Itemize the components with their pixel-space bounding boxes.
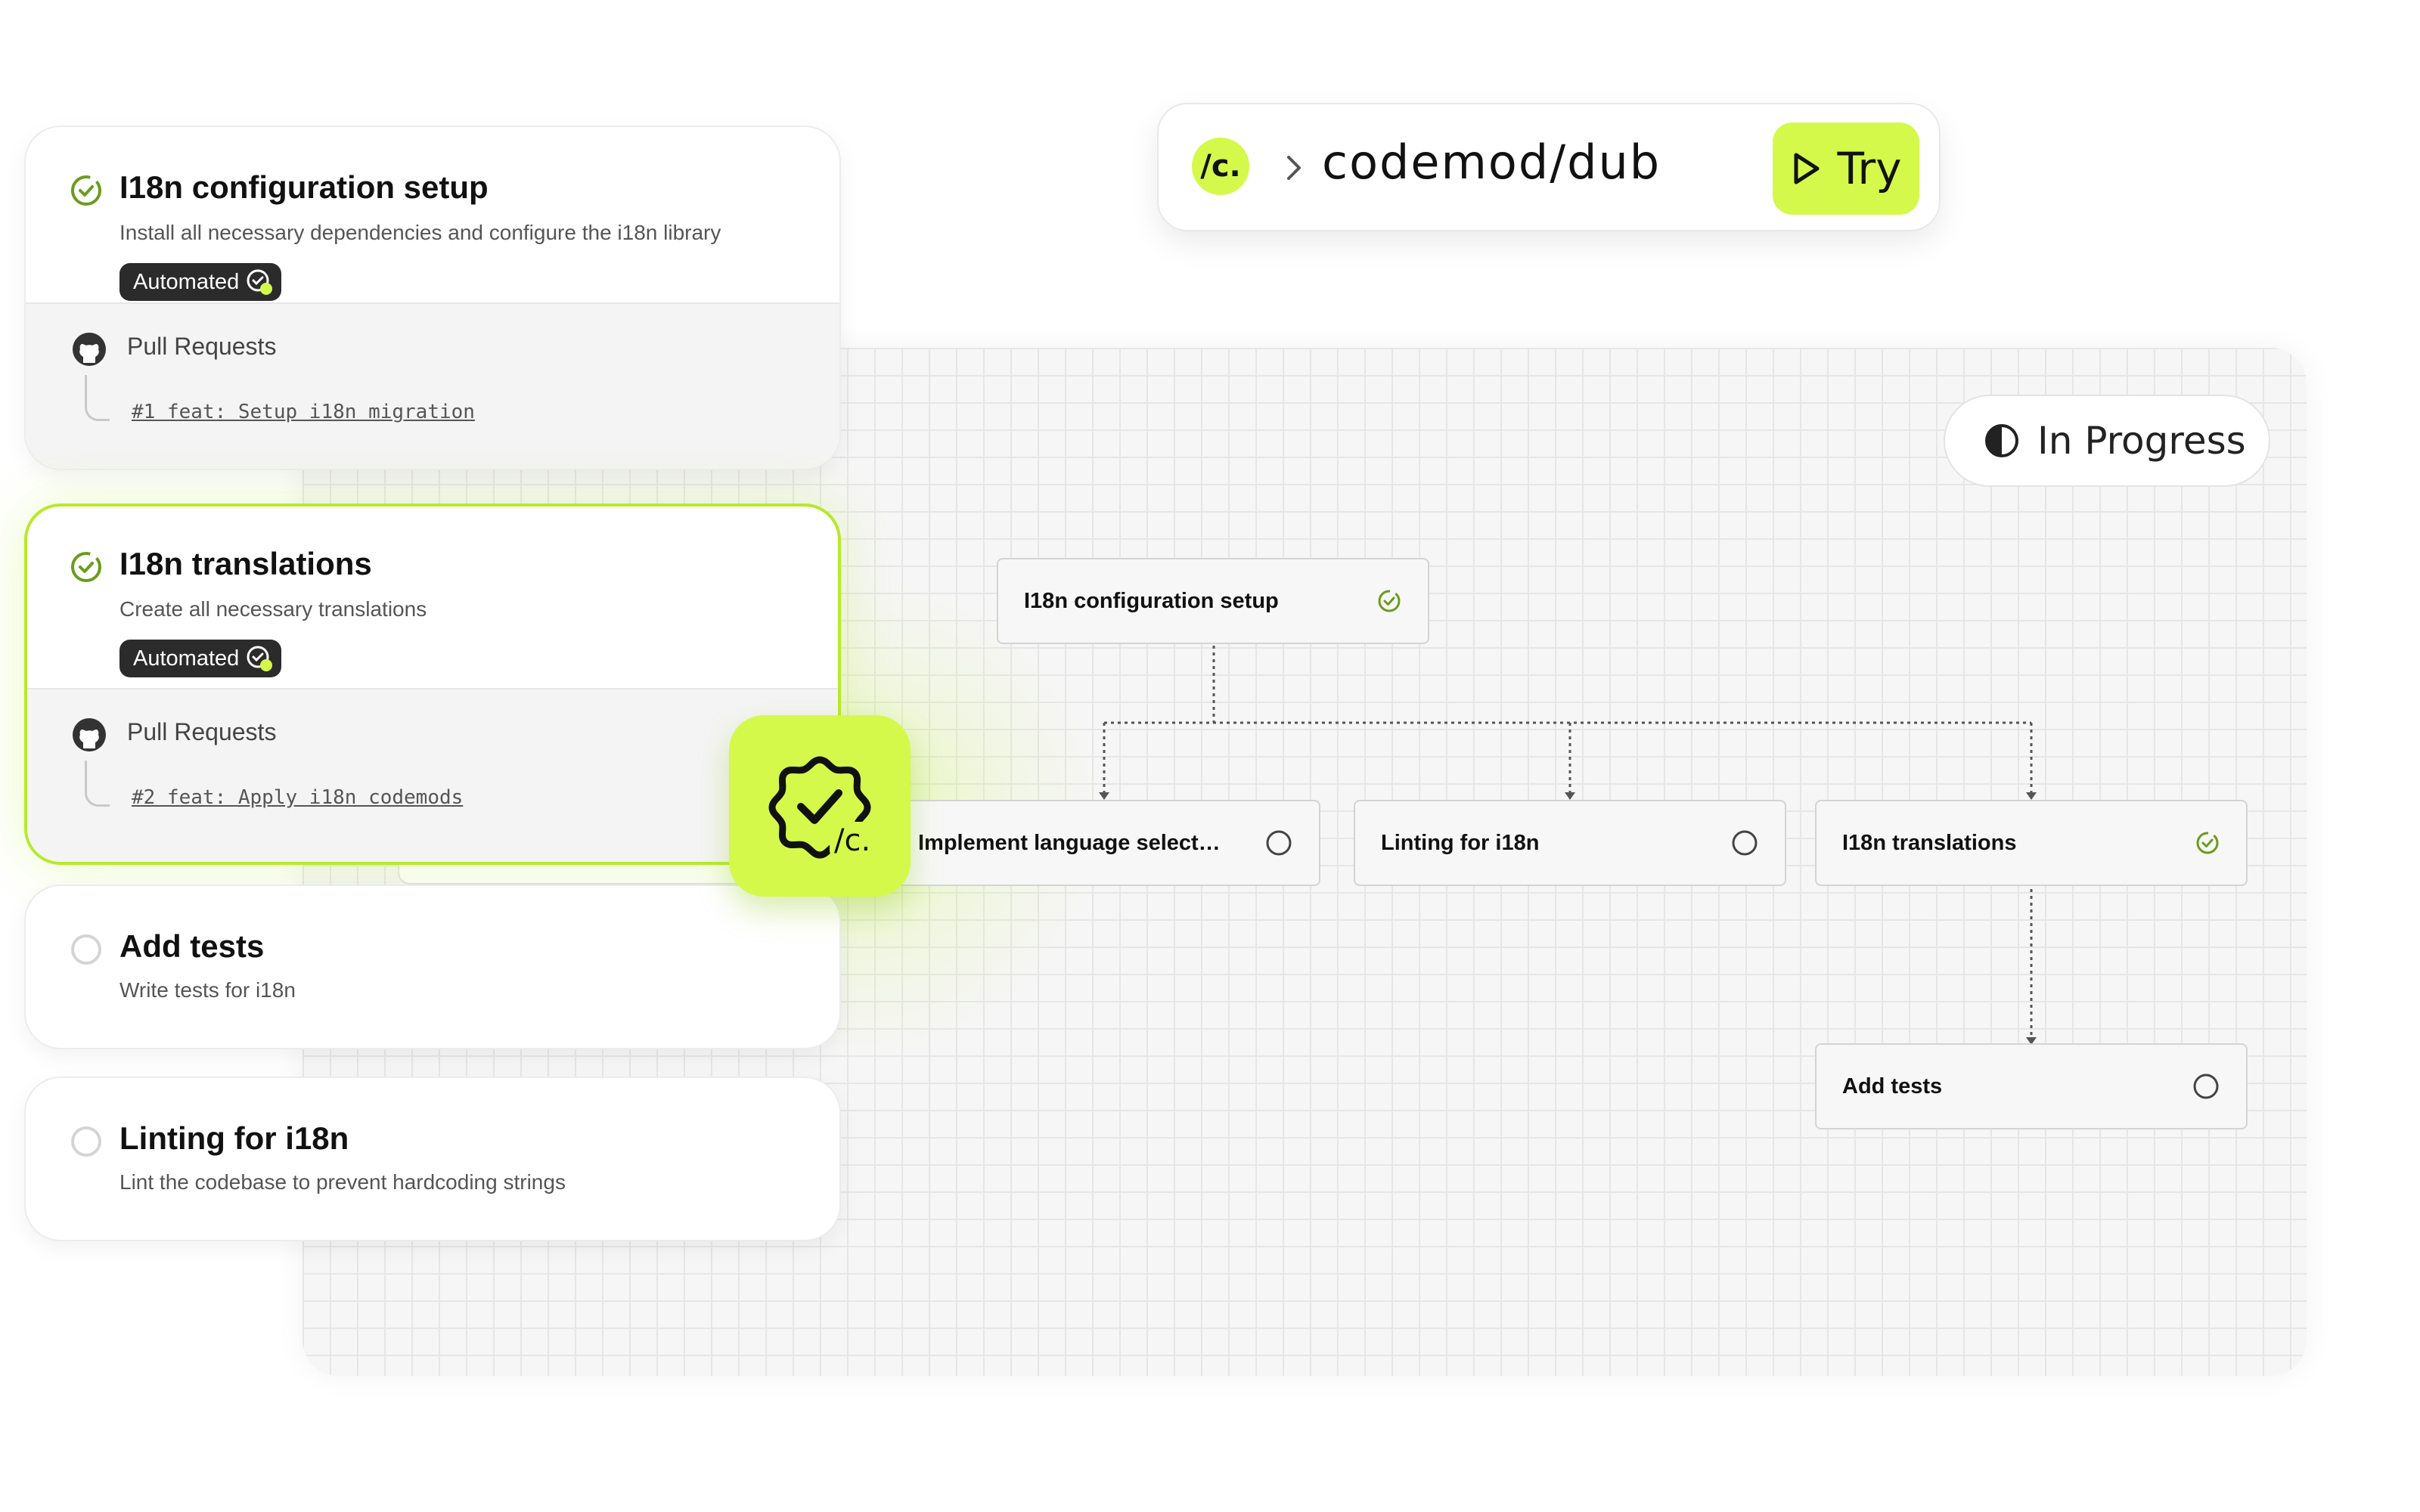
verified-badge-icon: /c. xyxy=(768,756,876,859)
automated-badge: Automated xyxy=(119,640,282,677)
task-description: Lint the codebase to prevent hardcoding … xyxy=(119,1170,566,1194)
status-label: In Progress xyxy=(2037,419,2246,463)
play-icon xyxy=(1794,153,1820,184)
flow-node-add-tests[interactable]: Add tests xyxy=(1815,1043,2248,1129)
flow-node-label: I18n translations xyxy=(1842,830,2017,855)
flow-node-label: Implement language selection xyxy=(918,830,1221,855)
check-circle-icon xyxy=(71,552,101,582)
codemod-app-icon: /c. xyxy=(729,715,911,897)
empty-circle-icon xyxy=(1732,830,1758,856)
check-circle-icon xyxy=(71,175,101,206)
task-title: Linting for i18n xyxy=(119,1120,349,1156)
pull-requests-label: Pull Requests xyxy=(127,718,277,745)
task-description: Create all necessary translations xyxy=(119,597,427,621)
flow-node-language-selection[interactable]: Implement language selection xyxy=(888,800,1320,886)
task-card-translations[interactable]: I18n translations Create all necessary t… xyxy=(24,503,841,865)
pull-requests-label: Pull Requests xyxy=(127,333,277,360)
task-description: Write tests for i18n xyxy=(119,978,296,1002)
task-title: I18n translations xyxy=(119,546,372,581)
check-circle-icon xyxy=(2196,832,2219,854)
task-description: Install all necessary dependencies and c… xyxy=(119,221,721,244)
verified-badge-icon xyxy=(247,646,273,671)
pull-requests-section: Pull Requests #1 feat: Setup i18n migrat… xyxy=(26,302,839,469)
empty-circle-icon xyxy=(1266,830,1292,856)
half-circle-icon xyxy=(1985,424,2018,457)
pull-requests-section: Pull Requests #2 feat: Apply i18n codemo… xyxy=(27,688,838,862)
task-card-config-setup[interactable]: I18n configuration setup Install all nec… xyxy=(24,125,841,470)
flow-node-label: Linting for i18n xyxy=(1381,830,1540,855)
check-circle-icon xyxy=(1378,590,1401,612)
flow-node-config-setup[interactable]: I18n configuration setup xyxy=(997,558,1429,644)
pr-link[interactable]: #1 feat: Setup i18n migration xyxy=(132,401,475,423)
empty-circle-icon xyxy=(71,1126,101,1157)
empty-circle-icon xyxy=(71,934,101,965)
task-title: Add tests xyxy=(119,928,265,964)
status-pill[interactable]: In Progress xyxy=(1944,395,2270,487)
verified-badge-icon xyxy=(247,269,273,295)
task-title: I18n configuration setup xyxy=(119,169,489,205)
chevron-right-icon xyxy=(1287,156,1301,180)
pr-tree-line xyxy=(85,375,110,421)
repo-path[interactable]: codemod/dub xyxy=(1322,135,1661,190)
app-icon-text: /c. xyxy=(834,823,870,858)
task-card-linting[interactable]: Linting for i18n Lint the codebase to pr… xyxy=(24,1077,841,1241)
codemod-logo-icon: /c. xyxy=(1192,138,1249,195)
task-card-add-tests[interactable]: Add tests Write tests for i18n xyxy=(24,885,841,1049)
try-label: Try xyxy=(1837,143,1902,194)
github-icon xyxy=(73,333,106,366)
flow-node-translations[interactable]: I18n translations xyxy=(1815,800,2248,886)
flow-node-label: I18n configuration setup xyxy=(1024,588,1279,613)
badge-label: Automated xyxy=(133,269,240,294)
automated-badge: Automated xyxy=(119,263,282,301)
pr-tree-line xyxy=(85,761,110,807)
empty-circle-icon xyxy=(2193,1074,2219,1099)
try-button[interactable]: Try xyxy=(1773,122,1919,215)
flow-node-label: Add tests xyxy=(1842,1074,1943,1098)
pr-link[interactable]: #2 feat: Apply i18n codemods xyxy=(132,786,463,809)
flow-node-linting[interactable]: Linting for i18n xyxy=(1354,800,1786,886)
badge-label: Automated xyxy=(133,646,240,671)
repo-bar: /c. codemod/dub Try xyxy=(1157,103,1941,231)
github-icon xyxy=(73,718,106,751)
